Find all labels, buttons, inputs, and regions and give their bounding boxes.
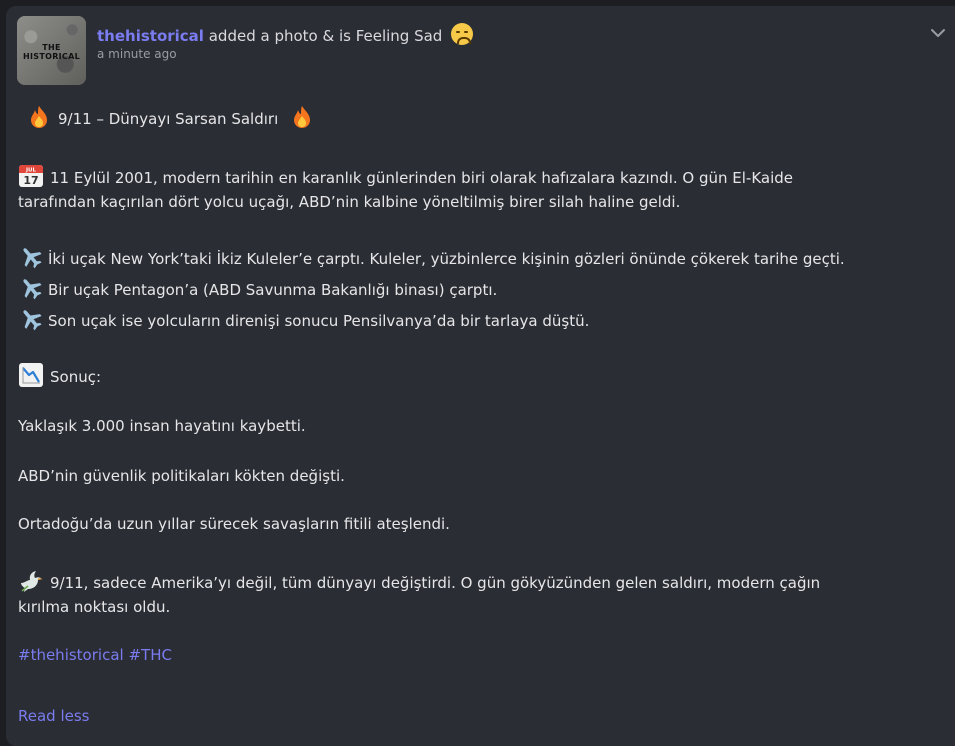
- plane-line-3: Son uçak ise yolcuların direnişi sonucu …: [18, 306, 589, 333]
- fire-icon: [31, 106, 47, 128]
- fire-icon: [294, 106, 311, 128]
- closing-line-1: 9/11, sadece Amerika’yı değil, tüm dünya…: [50, 574, 821, 592]
- sad-face-icon: [451, 23, 474, 45]
- result-line-3: Ortadoğu’da uzun yıllar sürecek savaşlar…: [18, 515, 450, 533]
- result-heading: Sonuç:: [50, 368, 102, 386]
- calendar-icon: JUL 17: [19, 165, 43, 187]
- result-line-1: Yaklaşık 3.000 insan hayatını kaybetti.: [18, 417, 306, 435]
- plane-line-1: İki uçak New York’taki İkiz Kuleler’e ça…: [18, 244, 845, 271]
- avatar-logo-text: THE HISTORICAL: [23, 43, 80, 61]
- read-less-link[interactable]: Read less: [18, 704, 89, 728]
- plane-text-3: Son uçak ise yolcuların direnişi sonucu …: [48, 312, 590, 330]
- result-heading-line: Sonuç:: [18, 362, 101, 389]
- post-header: thehistorical added a photo & is Feeling…: [97, 23, 474, 45]
- plane-text-1: İki uçak New York’taki İkiz Kuleler’e ça…: [48, 250, 845, 268]
- calendar-month: JUL: [25, 168, 37, 174]
- plane-line-2: Bir uçak Pentagon’a (ABD Savunma Bakanlı…: [18, 275, 497, 302]
- plane-text-2: Bir uçak Pentagon’a (ABD Savunma Bakanlı…: [48, 281, 498, 299]
- avatar[interactable]: THE HISTORICAL: [17, 16, 86, 85]
- airplane-icon: [23, 248, 42, 269]
- chart-decreasing-icon: [19, 363, 43, 387]
- calendar-day: 17: [23, 174, 38, 187]
- post-action: added a photo & is Feeling Sad: [208, 27, 443, 45]
- post-time[interactable]: a minute ago: [97, 47, 177, 61]
- intro-line-2: tarafından kaçırılan dört yolcu uçağı, A…: [18, 193, 681, 211]
- airplane-icon: [23, 279, 42, 300]
- intro-line-1: 11 Eylül 2001, modern tarihin en karanlı…: [50, 169, 794, 187]
- airplane-icon: [23, 310, 42, 331]
- chevron-down-icon[interactable]: [929, 24, 947, 42]
- closing-line-2: kırılma noktası oldu.: [18, 598, 171, 616]
- hashtag-thehistorical[interactable]: #thehistorical: [18, 646, 124, 664]
- post-title: 9/11 – Dünyayı Sarsan Saldırı: [58, 110, 279, 128]
- post-title-line: 9/11 – Dünyayı Sarsan Saldırı: [26, 104, 321, 131]
- closing-paragraph: 9/11, sadece Amerika’yı değil, tüm dünya…: [18, 568, 820, 619]
- hashtag-thc[interactable]: #THC: [128, 646, 171, 664]
- dove-icon: [21, 571, 43, 592]
- post-intro: JUL 17 11 Eylül 2001, modern tarihin en …: [18, 163, 793, 214]
- hashtags: #thehistorical #THC: [18, 643, 172, 667]
- author-link[interactable]: thehistorical: [97, 27, 204, 45]
- result-line-2: ABD’nin güvenlik politikaları kökten değ…: [18, 467, 345, 485]
